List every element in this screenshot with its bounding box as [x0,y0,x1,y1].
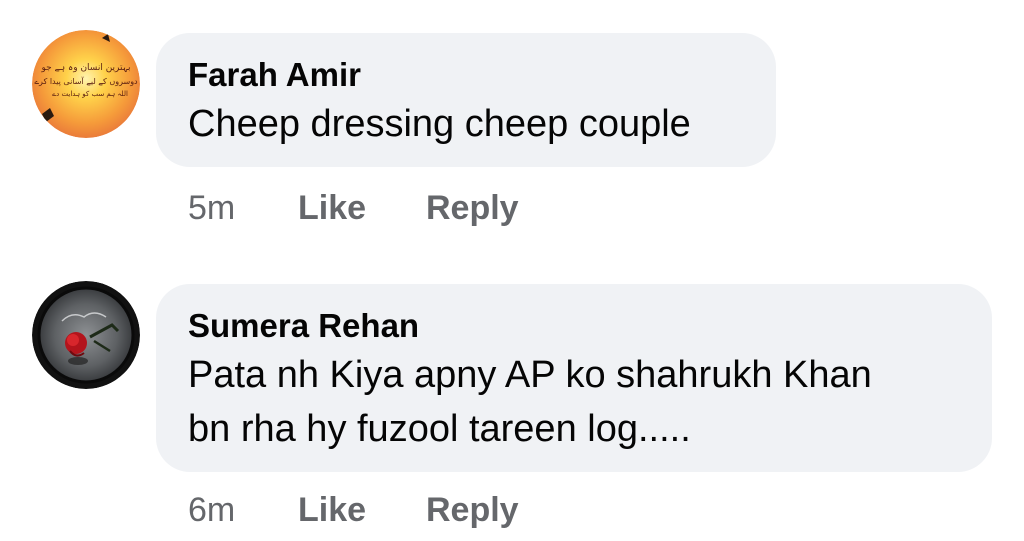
comment-text: Pata nh Kiya apny AP ko shahrukh Khan bn… [188,348,958,456]
reply-button[interactable]: Reply [426,188,519,228]
comment-author[interactable]: Sumera Rehan [188,306,958,346]
comment-actions: 5m Like Reply [188,188,519,228]
comment-author[interactable]: Farah Amir [188,55,742,95]
comment-bubble[interactable]: Sumera Rehan Pata nh Kiya apny AP ko sha… [156,284,992,472]
avatar-sumera-rehan[interactable] [32,281,140,389]
like-button[interactable]: Like [298,490,426,530]
svg-text:بہترین انسان وہ ہے جو: بہترین انسان وہ ہے جو [40,63,130,73]
avatar-farah-amir[interactable]: بہترین انسان وہ ہے جو دوسروں کے لیے آسان… [32,30,140,138]
comment-text: Cheep dressing cheep couple [188,103,691,145]
comment-actions: 6m Like Reply [188,490,519,530]
comment-timestamp[interactable]: 5m [188,188,298,228]
rose-on-stone-avatar-icon [32,281,140,389]
reply-button[interactable]: Reply [426,490,519,530]
like-button[interactable]: Like [298,188,426,228]
calligraphy-sunset-avatar-icon: بہترین انسان وہ ہے جو دوسروں کے لیے آسان… [32,30,140,138]
comment-timestamp[interactable]: 6m [188,490,298,530]
comment-bubble[interactable]: Farah Amir Cheep dressing cheep couple [156,33,776,167]
svg-text:اللہ ہم سب کو ہدایت دے: اللہ ہم سب کو ہدایت دے [52,90,128,98]
svg-text:دوسروں کے لیے آسانی پیدا کرے: دوسروں کے لیے آسانی پیدا کرے [34,76,138,86]
comment-text-line: bn rha hy fuzool tareen log..... [188,408,691,450]
comment-text-line: Pata nh Kiya apny AP ko shahrukh Khan [188,354,872,396]
